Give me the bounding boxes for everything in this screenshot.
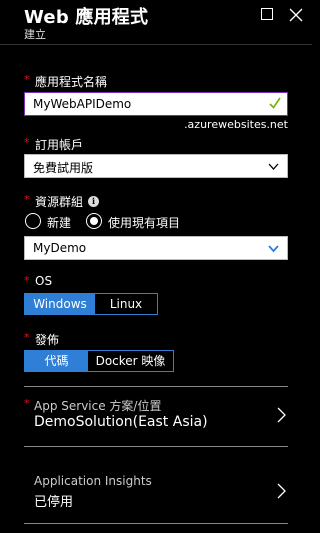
section-divider bbox=[24, 446, 288, 447]
chevron-down-icon bbox=[268, 163, 279, 170]
checkmark-icon bbox=[269, 97, 281, 109]
required-marker: * bbox=[24, 136, 30, 149]
chevron-right-icon bbox=[277, 483, 286, 499]
required-marker: * bbox=[24, 73, 30, 86]
os-option-windows[interactable]: Windows bbox=[25, 294, 95, 314]
required-marker: * bbox=[24, 274, 30, 287]
radio-use-existing[interactable] bbox=[86, 213, 102, 229]
close-icon[interactable] bbox=[289, 8, 303, 22]
app-name-input[interactable]: MyWebAPIDemo bbox=[24, 92, 288, 116]
radio-create-new[interactable] bbox=[25, 213, 41, 229]
app-insights-value: 已停用 bbox=[34, 495, 74, 510]
app-service-plan-label: App Service 方案/位置 bbox=[34, 399, 162, 413]
app-insights-item[interactable]: Application Insights 已停用 bbox=[24, 462, 288, 532]
radio-create-new-label: 新建 bbox=[47, 216, 72, 230]
resource-group-label: 資源群組 bbox=[35, 195, 84, 209]
publish-option-code[interactable]: 代碼 bbox=[25, 351, 88, 371]
required-marker: * bbox=[24, 397, 30, 410]
app-insights-label: Application Insights bbox=[34, 474, 152, 488]
required-marker: * bbox=[24, 193, 30, 206]
app-name-value: MyWebAPIDemo bbox=[33, 97, 132, 111]
os-label: OS bbox=[35, 274, 53, 288]
os-toggle: Windows Linux bbox=[24, 293, 158, 315]
publish-label: 發佈 bbox=[35, 333, 60, 347]
page-subtitle: 建立 bbox=[24, 28, 46, 41]
header-divider bbox=[0, 44, 312, 45]
os-option-linux[interactable]: Linux bbox=[95, 294, 157, 314]
app-name-label: 應用程式名稱 bbox=[35, 75, 108, 89]
chevron-right-icon bbox=[277, 407, 286, 423]
app-service-plan-value: DemoSolution(East Asia) bbox=[34, 414, 208, 430]
radio-use-existing-label: 使用現有項目 bbox=[108, 216, 181, 230]
resource-group-value: MyDemo bbox=[33, 241, 87, 255]
publish-toggle: 代碼 Docker 映像 bbox=[24, 350, 174, 372]
app-name-suffix: .azurewebsites.net bbox=[184, 118, 288, 131]
subscription-label: 訂用帳戶 bbox=[35, 138, 84, 152]
required-marker: * bbox=[24, 331, 30, 344]
subscription-value: 免費試用版 bbox=[33, 161, 94, 175]
section-divider bbox=[24, 523, 288, 524]
resource-group-select[interactable]: MyDemo bbox=[24, 236, 288, 260]
publish-option-docker[interactable]: Docker 映像 bbox=[88, 351, 173, 371]
maximize-icon[interactable] bbox=[261, 8, 273, 20]
info-icon[interactable]: i bbox=[88, 196, 99, 207]
chevron-down-icon bbox=[268, 245, 279, 253]
blade-header: Web 應用程式 建立 bbox=[0, 0, 312, 44]
subscription-select[interactable]: 免費試用版 bbox=[24, 154, 288, 178]
